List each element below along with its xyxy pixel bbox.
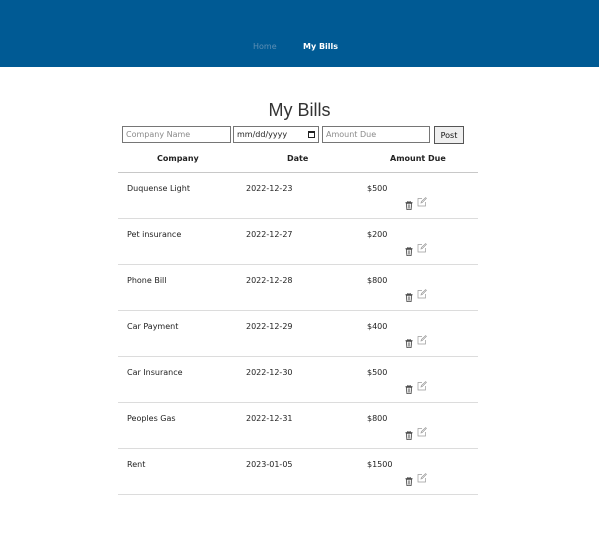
column-header-date: Date	[287, 154, 309, 163]
edit-icon[interactable]	[417, 243, 427, 253]
row-date: 2023-01-05	[246, 460, 293, 469]
company-name-input[interactable]	[122, 126, 231, 143]
date-input[interactable]: mm/dd/yyyy	[233, 126, 319, 143]
page-title: My Bills	[268, 100, 331, 120]
trash-icon[interactable]	[405, 293, 413, 302]
date-placeholder: mm/dd/yyyy	[237, 130, 288, 139]
row-date: 2022-12-27	[246, 230, 293, 239]
row-date: 2022-12-30	[246, 368, 293, 377]
trash-icon[interactable]	[405, 431, 413, 440]
row-date: 2022-12-28	[246, 276, 293, 285]
table-row: Pet insurance 2022-12-27 $200	[118, 219, 478, 265]
row-company: Pet insurance	[127, 230, 182, 239]
column-header-amount-due: Amount Due	[390, 154, 446, 163]
row-company: Duquense Light	[127, 184, 190, 193]
edit-icon[interactable]	[417, 197, 427, 207]
table-row: Rent 2023-01-05 $1500	[118, 449, 478, 495]
edit-icon[interactable]	[417, 427, 427, 437]
edit-icon[interactable]	[417, 381, 427, 391]
row-company: Peoples Gas	[127, 414, 176, 423]
row-date: 2022-12-31	[246, 414, 293, 423]
amount-due-input[interactable]	[322, 126, 430, 143]
table-row: Car Payment 2022-12-29 $400	[118, 311, 478, 357]
trash-icon[interactable]	[405, 247, 413, 256]
row-amount-due: $500	[367, 368, 388, 377]
trash-icon[interactable]	[405, 201, 413, 210]
row-company: Rent	[127, 460, 146, 469]
post-button[interactable]: Post	[434, 126, 464, 144]
column-header-company: Company	[157, 154, 199, 163]
table-row: Duquense Light 2022-12-23 $500	[118, 173, 478, 219]
navbar: Home My Bills	[0, 0, 599, 67]
edit-icon[interactable]	[417, 289, 427, 299]
row-amount-due: $200	[367, 230, 388, 239]
nav-home-link[interactable]: Home	[253, 41, 277, 53]
trash-icon[interactable]	[405, 339, 413, 348]
nav-my-bills-link[interactable]: My Bills	[303, 41, 338, 53]
table-row: Phone Bill 2022-12-28 $800	[118, 265, 478, 311]
table-row: Car Insurance 2022-12-30 $500	[118, 357, 478, 403]
row-amount-due: $800	[367, 276, 388, 285]
trash-icon[interactable]	[405, 477, 413, 486]
trash-icon[interactable]	[405, 385, 413, 394]
row-company: Phone Bill	[127, 276, 167, 285]
table-row: Peoples Gas 2022-12-31 $800	[118, 403, 478, 449]
edit-icon[interactable]	[417, 473, 427, 483]
row-amount-due: $1500	[367, 460, 393, 469]
row-date: 2022-12-23	[246, 184, 293, 193]
row-date: 2022-12-29	[246, 322, 293, 331]
row-company: Car Payment	[127, 322, 179, 331]
row-amount-due: $800	[367, 414, 388, 423]
row-amount-due: $400	[367, 322, 388, 331]
edit-icon[interactable]	[417, 335, 427, 345]
row-company: Car Insurance	[127, 368, 183, 377]
row-amount-due: $500	[367, 184, 388, 193]
calendar-icon[interactable]	[308, 131, 315, 138]
